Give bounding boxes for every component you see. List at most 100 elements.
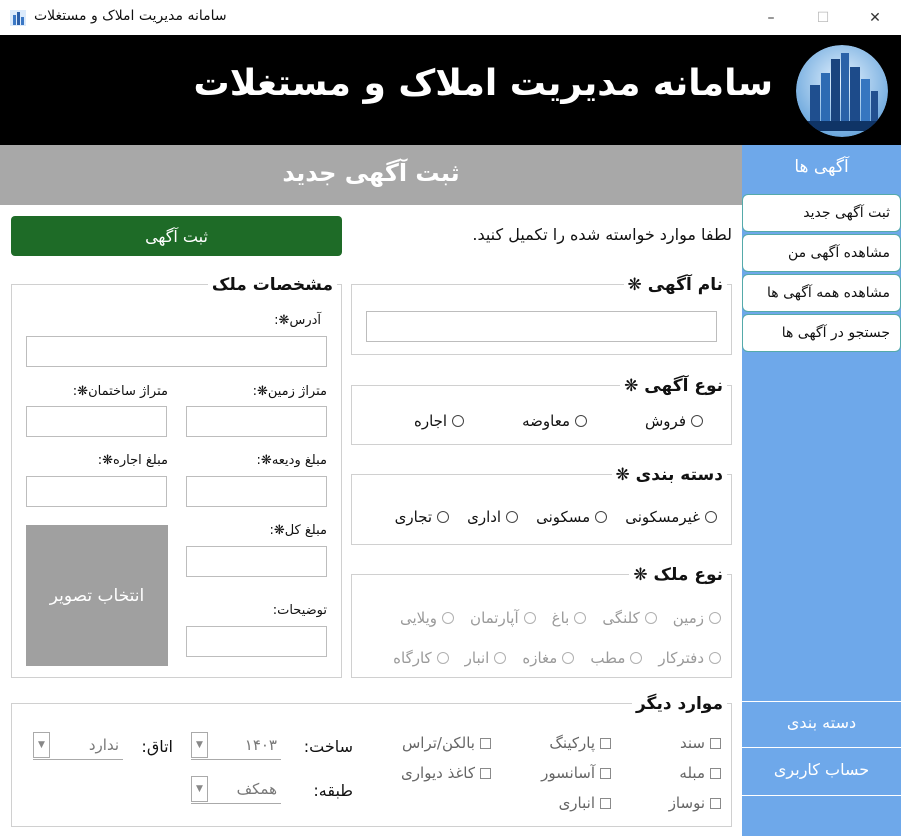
sidebar-item-new-ad[interactable]: ثبت آگهی جدید <box>742 194 901 232</box>
rent-input[interactable] <box>26 476 167 507</box>
checkbox-icon <box>480 737 491 749</box>
deposit-label: مبلغ ودیعه❋: <box>256 453 327 468</box>
check-renovated[interactable]: نوساز <box>669 794 721 812</box>
check-storage[interactable]: انباری <box>559 794 611 812</box>
app-header: سامانه مدیریت املاک و مستغلات <box>0 35 901 145</box>
chevron-down-icon: ▼ <box>191 731 208 758</box>
form-content: ثبت آگهی لطفا موارد خواسته شده را تکمیل … <box>0 205 742 836</box>
radio-apartment[interactable]: آپارتمان <box>470 609 536 627</box>
category-options: غیرمسکونی مسکونی اداری تجاری <box>395 508 717 526</box>
check-furnished[interactable]: مبله <box>679 764 721 782</box>
radio-office[interactable]: اداری <box>467 508 519 526</box>
radio-circle-icon <box>523 612 536 624</box>
instruction-text: لطفا موارد خواسته شده را تکمیل کنید. <box>472 225 732 244</box>
sidebar-item-search-ads[interactable]: جستجو در آگهی ها <box>742 314 901 352</box>
deposit-input[interactable] <box>186 476 327 507</box>
radio-commercial[interactable]: تجاری <box>395 508 450 526</box>
ad-type-options: فروش معاوضه اجاره <box>414 412 703 430</box>
select-image-button[interactable]: انتخاب تصویر <box>26 525 168 666</box>
window-titlebar: سامانه مدیریت املاک و مستغلات – ☐ ✕ <box>0 0 901 35</box>
sidebar-divider <box>742 795 901 796</box>
radio-circle-icon <box>452 415 465 427</box>
check-parking[interactable]: پارکینگ <box>549 734 611 752</box>
radio-land[interactable]: زمین <box>673 609 721 627</box>
radio-circle-icon <box>436 652 449 664</box>
radio-old-house[interactable]: کلنگی <box>602 609 657 627</box>
city-skyline-logo <box>796 45 888 137</box>
radio-circle-icon <box>574 612 587 624</box>
section-header: ثبت آگهی جدید <box>0 145 742 205</box>
radio-circle-icon <box>442 612 455 624</box>
section-title: ثبت آگهی جدید <box>282 159 460 187</box>
radio-circle-icon <box>506 511 519 523</box>
address-input[interactable] <box>26 336 327 367</box>
radio-sale[interactable]: فروش <box>645 412 703 430</box>
radio-clinic[interactable]: مطب <box>590 649 643 667</box>
radio-non-residential[interactable]: غیرمسکونی <box>625 508 717 526</box>
radio-circle-icon <box>494 652 507 664</box>
radio-exchange[interactable]: معاوضه <box>522 412 587 430</box>
floor-select[interactable]: همکف ▼ <box>191 774 281 804</box>
ad-type-label: نوع آگهی ❋ <box>620 376 727 396</box>
radio-circle-icon <box>574 415 587 427</box>
sidebar: آگهی ها ثبت آگهی جدید مشاهده آگهی من مشا… <box>742 145 901 836</box>
total-price-input[interactable] <box>186 546 327 577</box>
land-area-label: متراژ زمین❋: <box>252 384 327 399</box>
radio-garden[interactable]: باغ <box>552 609 587 627</box>
radio-circle-icon <box>691 415 703 427</box>
radio-residential[interactable]: مسکونی <box>536 508 608 526</box>
check-deed[interactable]: سند <box>680 734 721 752</box>
radio-warehouse[interactable]: انبار <box>465 649 507 667</box>
property-specs-title: مشخصات ملک <box>207 275 337 295</box>
total-price-label: مبلغ کل❋: <box>269 523 327 538</box>
checkbox-icon <box>710 797 721 809</box>
address-label: آدرس❋: <box>274 313 321 328</box>
sidebar-item-my-ads[interactable]: مشاهده آگهی من <box>742 234 901 272</box>
built-year-select[interactable]: ۱۴۰۳ ▼ <box>191 730 281 760</box>
radio-rent[interactable]: اجاره <box>414 412 465 430</box>
minimize-button[interactable]: – <box>748 0 794 35</box>
radio-circle-icon <box>709 652 721 664</box>
check-wallpaper[interactable]: کاغذ دیواری <box>401 764 491 782</box>
building-area-input[interactable] <box>26 406 167 437</box>
submit-ad-button[interactable]: ثبت آگهی <box>11 216 342 256</box>
rooms-label: اتاق: <box>141 737 173 756</box>
radio-circle-icon <box>630 652 643 664</box>
app-icon <box>10 10 26 26</box>
ad-name-input[interactable] <box>366 311 717 342</box>
ad-type-group: نوع آگهی ❋ فروش معاوضه اجاره <box>351 376 732 445</box>
maximize-button[interactable]: ☐ <box>800 0 846 35</box>
other-options-group: موارد دیگر سند پارکینگ بالکن/تراس مبله آ… <box>11 694 732 827</box>
radio-circle-icon <box>562 652 575 664</box>
sidebar-item-all-ads[interactable]: مشاهده همه آگهی ها <box>742 274 901 312</box>
description-input[interactable] <box>186 626 327 657</box>
sidebar-item-categories[interactable]: دسته بندی <box>742 701 901 747</box>
radio-workshop[interactable]: کارگاه <box>393 649 449 667</box>
checkbox-icon <box>600 737 611 749</box>
radio-circle-icon <box>709 612 721 624</box>
checkbox-icon <box>710 767 721 779</box>
description-label: توضیحات: <box>272 603 327 618</box>
checkbox-icon <box>480 767 491 779</box>
check-balcony[interactable]: بالکن/تراس <box>402 734 491 752</box>
radio-circle-icon <box>595 511 608 523</box>
built-year-label: ساخت: <box>303 737 353 756</box>
property-type-row-1: زمین کلنگی باغ آپارتمان ویلایی <box>400 609 721 627</box>
check-elevator[interactable]: آسانسور <box>541 764 611 782</box>
checkbox-icon <box>600 797 611 809</box>
close-button[interactable]: ✕ <box>852 0 898 35</box>
sidebar-heading-ads[interactable]: آگهی ها <box>742 145 901 191</box>
window-title: سامانه مدیریت املاک و مستغلات <box>34 8 227 24</box>
radio-circle-icon <box>705 511 717 523</box>
land-area-input[interactable] <box>186 406 327 437</box>
category-group: دسته بندی ❋ غیرمسکونی مسکونی اداری تجاری <box>351 465 732 545</box>
rooms-select[interactable]: ندارد ▼ <box>33 730 123 760</box>
building-area-label: متراژ ساختمان❋: <box>72 384 168 399</box>
radio-workplace[interactable]: دفترکار <box>658 649 721 667</box>
radio-villa[interactable]: ویلایی <box>400 609 455 627</box>
ad-name-group: نام آگهی ❋ <box>351 275 732 355</box>
checkbox-icon <box>710 737 721 749</box>
sidebar-item-account[interactable]: حساب کاربری <box>742 748 901 794</box>
property-type-row-2: دفترکار مطب مغازه انبار کارگاه <box>393 649 721 667</box>
radio-shop[interactable]: مغازه <box>522 649 575 667</box>
